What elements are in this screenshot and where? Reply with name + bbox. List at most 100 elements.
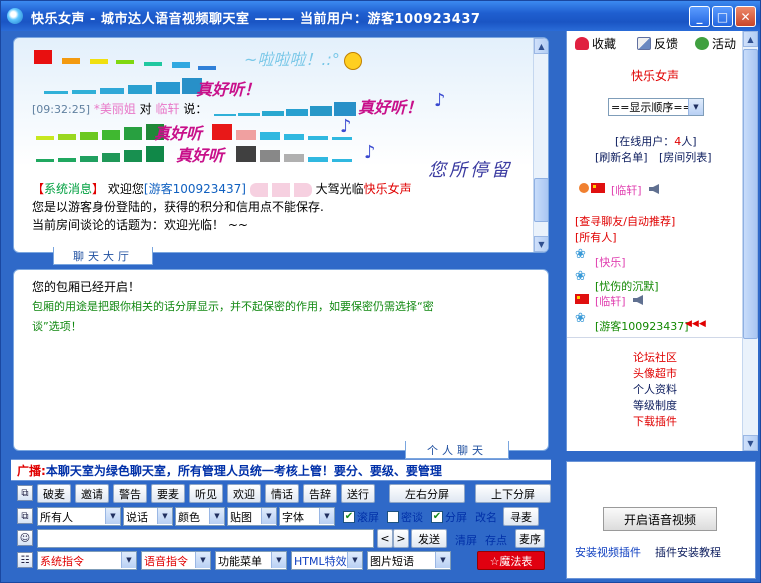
public-chat-scrollbar[interactable]: ▲ ▼ [533, 38, 548, 252]
start-voice-video-button[interactable]: 开启语音视频 [603, 507, 717, 531]
find-mic-button[interactable]: 寻麦 [503, 507, 539, 526]
broadcast-marquee: 广播: 本聊天室为绿色聊天室，所有管理人员统一考核上管！要分、要级、要管理 [11, 459, 551, 481]
mic-order-button[interactable]: 麦序 [515, 529, 545, 548]
send-button[interactable]: 发送 [411, 529, 447, 548]
chevron-down-icon: ▼ [209, 508, 224, 524]
equalizer-decoration [36, 142, 186, 162]
avatar-shop-link[interactable]: 头像超市 [633, 365, 677, 381]
sticker-select[interactable]: 贴图 ▼ [227, 507, 277, 526]
level-link[interactable]: 等级制度 [633, 397, 677, 413]
window-title: 快乐女声 - 城市达人语音视频聊天室 ——— 当前用户：游客100923437 [31, 12, 481, 27]
forum-link[interactable]: 论坛社区 [633, 349, 677, 365]
music-note-icon: ♪ [364, 142, 376, 163]
system-command-select[interactable]: 系统指令 ▼ [37, 551, 137, 570]
action-select[interactable]: 说话 ▼ [123, 507, 173, 526]
user-item-3[interactable]: [忧伤的沉默] [595, 278, 659, 294]
color-select[interactable]: 颜色 ▼ [175, 507, 225, 526]
title-bar[interactable]: 快乐女声 - 城市达人语音视频聊天室 ——— 当前用户：游客100923437 … [1, 1, 760, 31]
invite-button[interactable]: 邀请 [75, 484, 109, 503]
check-icon: ✔ [343, 511, 355, 523]
profile-link[interactable]: 个人资料 [633, 381, 677, 397]
image-phrase-value: 图片短语 [370, 554, 414, 568]
prev-message-button[interactable]: < [377, 529, 393, 548]
request-mic-button[interactable]: 要麦 [151, 484, 185, 503]
voice-command-value: 语音指令 [144, 554, 188, 568]
public-chat-area[interactable]: ~啦啦啦！.:° 真好听！ [09:32:25] *美丽姐 对 临轩 说： 真好… [13, 37, 549, 253]
minimize-button[interactable]: _ [689, 6, 710, 27]
plugin-tutorial-link[interactable]: 插件安装教程 [655, 544, 721, 560]
scroll-checkbox[interactable]: ✔ 滚屏 [343, 509, 379, 525]
user-item-2[interactable]: [快乐] [595, 254, 626, 270]
favorite-link[interactable]: 收藏 [575, 35, 616, 52]
broadcast-label: 广播: [17, 463, 46, 478]
hear-button[interactable]: 听见 [189, 484, 223, 503]
scroll-up-icon[interactable]: ▲ [743, 31, 758, 47]
scroll-down-icon[interactable]: ▼ [534, 236, 548, 252]
scroll-thumb[interactable] [743, 49, 758, 339]
chat-window: 快乐女声 - 城市达人语音视频聊天室 ——— 当前用户：游客100923437 … [0, 0, 761, 583]
welcome-button[interactable]: 欢迎 [227, 484, 261, 503]
message-input[interactable] [37, 529, 374, 548]
private-chat-area[interactable]: 您的包厢已经开启！ 包厢的用途是把跟你相关的话分屏显示，并不起保密的作用，如要保… [13, 269, 549, 451]
command-toolbar: ☷ 系统指令 ▼ 语音指令 ▼ 功能菜单 ▼ HTML特效 ▼ 图片短语 ▼ ☆魔法表 [17, 551, 551, 571]
refresh-list-link[interactable]: [刷新名单] [595, 149, 648, 165]
maximize-button[interactable]: □ [712, 6, 733, 27]
magic-emote-button[interactable]: ☆魔法表 [477, 551, 545, 570]
room-list-link[interactable]: [房间列表] [659, 149, 712, 165]
font-select[interactable]: 字体 ▼ [279, 507, 335, 526]
secret-checkbox[interactable]: 密谈 [387, 509, 423, 525]
sidebar-scrollbar[interactable]: ▲ ▼ [742, 31, 758, 451]
split-horizontal-button[interactable]: 左右分屏 [389, 484, 465, 503]
welcome-user[interactable]: [游客100923437] [144, 182, 246, 196]
message-receiver[interactable]: 临轩 [156, 102, 180, 116]
save-link[interactable]: 存点 [485, 532, 507, 548]
user-item-5[interactable]: [游客100923437] [595, 318, 689, 334]
send-off-button[interactable]: 送行 [341, 484, 375, 503]
close-button[interactable]: ✕ [735, 6, 756, 27]
person-icon [695, 37, 709, 50]
feedback-link[interactable]: 反馈 [637, 35, 678, 52]
scroll-up-icon[interactable]: ▲ [534, 38, 548, 54]
activity-link[interactable]: 活动 [695, 35, 736, 52]
flag-icon [591, 183, 605, 193]
html-effect-select[interactable]: HTML特效 ▼ [291, 551, 363, 570]
tab-private-chat[interactable]: 个人聊天 [405, 441, 509, 459]
find-friend-link[interactable]: [查寻聊友/自动推荐] [575, 213, 675, 229]
chevron-down-icon: ▼ [105, 508, 120, 524]
image-phrase-select[interactable]: 图片短语 ▼ [367, 551, 451, 570]
all-users-item[interactable]: [所有人] [575, 229, 617, 245]
tab-public-chat[interactable]: 聊天大厅 [53, 247, 153, 265]
user-item-1[interactable]: [临轩] [611, 182, 642, 198]
display-order-select[interactable]: ==显示顺序== ▼ [608, 98, 704, 116]
install-video-plugin-link[interactable]: 安装视频插件 [575, 544, 641, 560]
love-words-button[interactable]: 情话 [265, 484, 299, 503]
speaker-icon [633, 295, 643, 305]
warn-button[interactable]: 警告 [113, 484, 147, 503]
music-note-icon: ♪ [434, 90, 446, 111]
deco-text-4: 真好听 [154, 124, 203, 143]
message-time: [09:32:25] [32, 103, 90, 116]
deco-text-3: 真好听！ [358, 98, 423, 117]
chevron-down-icon: ▼ [261, 508, 276, 524]
chevron-down-icon: ▼ [121, 552, 136, 568]
emoticon-icon[interactable]: ☺ [17, 530, 33, 546]
sticker-value: 贴图 [230, 510, 252, 524]
target-select[interactable]: 所有人 ▼ [37, 507, 121, 526]
next-message-button[interactable]: > [393, 529, 409, 548]
user-item-4[interactable]: [临轩] [595, 293, 626, 309]
scroll-down-icon[interactable]: ▼ [743, 435, 758, 451]
farewell-button[interactable]: 告辞 [303, 484, 337, 503]
split-vertical-button[interactable]: 上下分屏 [475, 484, 551, 503]
function-menu-select[interactable]: 功能菜单 ▼ [215, 551, 287, 570]
voice-command-select[interactable]: 语音指令 ▼ [141, 551, 211, 570]
function-menu-value: 功能菜单 [218, 554, 262, 568]
online-users: [在线用户：4人] [615, 133, 697, 149]
clear-screen-link[interactable]: 清屏 [455, 532, 477, 548]
rename-link[interactable]: 改名 [475, 509, 497, 525]
message-sender[interactable]: *美丽姐 [94, 102, 136, 116]
split-checkbox[interactable]: ✔ 分屏 [431, 509, 467, 525]
break-mic-button[interactable]: 破麦 [37, 484, 71, 503]
options-icon: ⧉ [17, 508, 33, 524]
scroll-thumb[interactable] [534, 178, 548, 222]
download-plugin-link[interactable]: 下载插件 [633, 413, 677, 429]
